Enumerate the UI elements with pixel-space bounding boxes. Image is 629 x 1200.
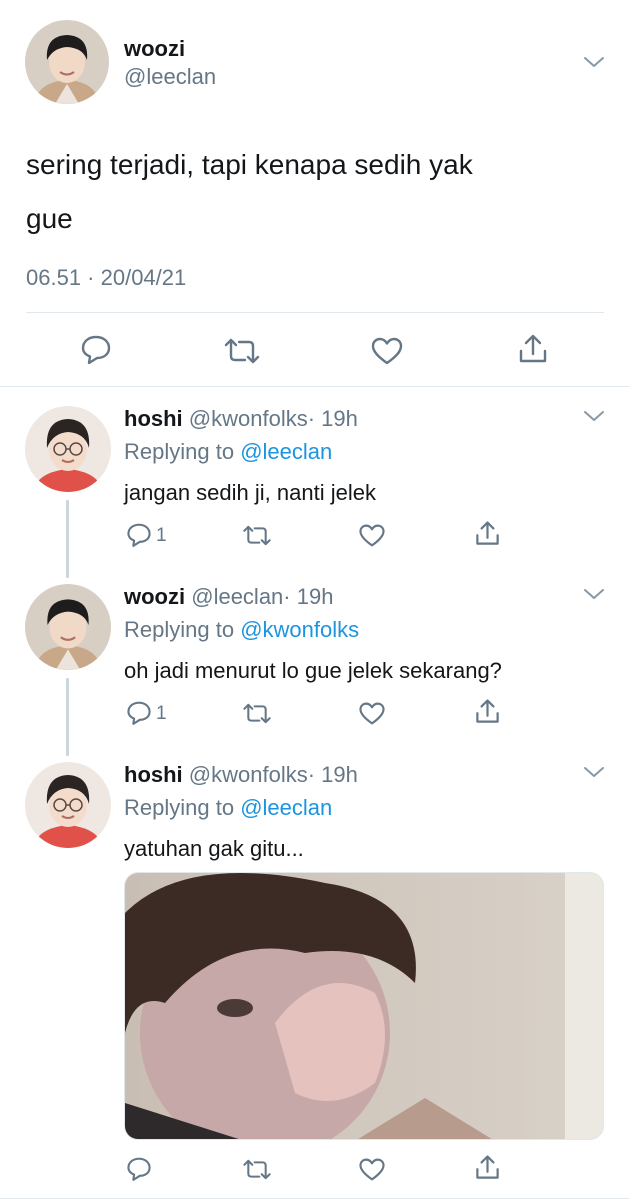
like-icon[interactable]	[370, 336, 404, 366]
reply-text: oh jadi menurut lo gue jelek sekarang?	[124, 658, 502, 683]
avatar-hoshi[interactable]	[25, 406, 111, 492]
reply-count: 1	[156, 525, 167, 546]
retweet-icon[interactable]	[242, 703, 272, 724]
share-icon[interactable]	[474, 698, 501, 725]
author-handle[interactable]: @leeclan	[124, 64, 216, 90]
author-name[interactable]: woozi	[124, 36, 185, 62]
reply-header: hoshi @kwonfolks· 19h	[124, 762, 358, 788]
share-icon[interactable]	[474, 1154, 501, 1181]
reply-count: 1	[156, 703, 167, 724]
reply-icon[interactable]	[126, 522, 152, 547]
avatar-woozi[interactable]	[25, 584, 111, 670]
reply-author-name[interactable]: hoshi	[124, 762, 183, 787]
replying-to-link[interactable]: @leeclan	[240, 795, 332, 820]
share-icon[interactable]	[474, 520, 501, 547]
reply-icon[interactable]	[126, 1156, 152, 1181]
avatar-woozi[interactable]	[25, 20, 109, 104]
retweet-icon[interactable]	[242, 525, 272, 546]
like-icon[interactable]	[358, 1157, 386, 1182]
avatar-hoshi[interactable]	[25, 762, 111, 848]
replying-to-label: Replying to	[124, 617, 235, 642]
replying-to-label: Replying to	[124, 795, 235, 820]
reply-time[interactable]: · 19h	[308, 406, 358, 431]
reply-text: jangan sedih ji, nanti jelek	[124, 480, 376, 505]
share-icon[interactable]	[517, 333, 549, 365]
replying-to: Replying to @leeclan	[124, 795, 332, 821]
chevron-down-icon[interactable]	[582, 586, 606, 602]
reply-author-handle[interactable]: @kwonfolks	[189, 406, 308, 431]
like-icon[interactable]	[358, 701, 386, 726]
tweet-text-line-1: sering terjadi, tapi kenapa sedih yak	[26, 149, 473, 180]
reply-header: woozi @leeclan· 19h	[124, 584, 333, 610]
divider	[26, 312, 604, 313]
tweet-text: sering terjadi, tapi kenapa sedih yak gu…	[26, 138, 473, 246]
reply-author-handle[interactable]: @kwonfolks	[189, 762, 308, 787]
replying-to-link[interactable]: @leeclan	[240, 439, 332, 464]
chevron-down-icon[interactable]	[582, 764, 606, 780]
chevron-down-icon[interactable]	[582, 408, 606, 424]
like-icon[interactable]	[358, 523, 386, 548]
thread-line	[66, 678, 69, 756]
thread-line	[66, 500, 69, 578]
reply-header: hoshi @kwonfolks· 19h	[124, 406, 358, 432]
attached-photo[interactable]	[124, 872, 604, 1140]
reply-text: yatuhan gak gitu...	[124, 836, 304, 861]
retweet-icon[interactable]	[223, 338, 261, 364]
chevron-down-icon[interactable]	[582, 54, 606, 70]
replying-to-link[interactable]: @kwonfolks	[240, 617, 359, 642]
reply-icon[interactable]	[126, 700, 152, 725]
section-divider	[0, 386, 629, 387]
replying-to: Replying to @leeclan	[124, 439, 332, 465]
reply-author-name[interactable]: hoshi	[124, 406, 183, 431]
reply-time[interactable]: · 19h	[308, 762, 358, 787]
tweet-text-line-2: gue	[26, 203, 73, 234]
replying-to-label: Replying to	[124, 439, 235, 464]
reply-icon[interactable]	[80, 334, 112, 364]
reply-author-handle[interactable]: @leeclan	[191, 584, 283, 609]
tweet-timestamp[interactable]: 06.51 · 20/04/21	[26, 265, 186, 291]
reply-time[interactable]: · 19h	[283, 584, 333, 609]
replying-to: Replying to @kwonfolks	[124, 617, 359, 643]
reply-author-name[interactable]: woozi	[124, 584, 185, 609]
retweet-icon[interactable]	[242, 1159, 272, 1180]
bottom-divider	[0, 1198, 629, 1199]
